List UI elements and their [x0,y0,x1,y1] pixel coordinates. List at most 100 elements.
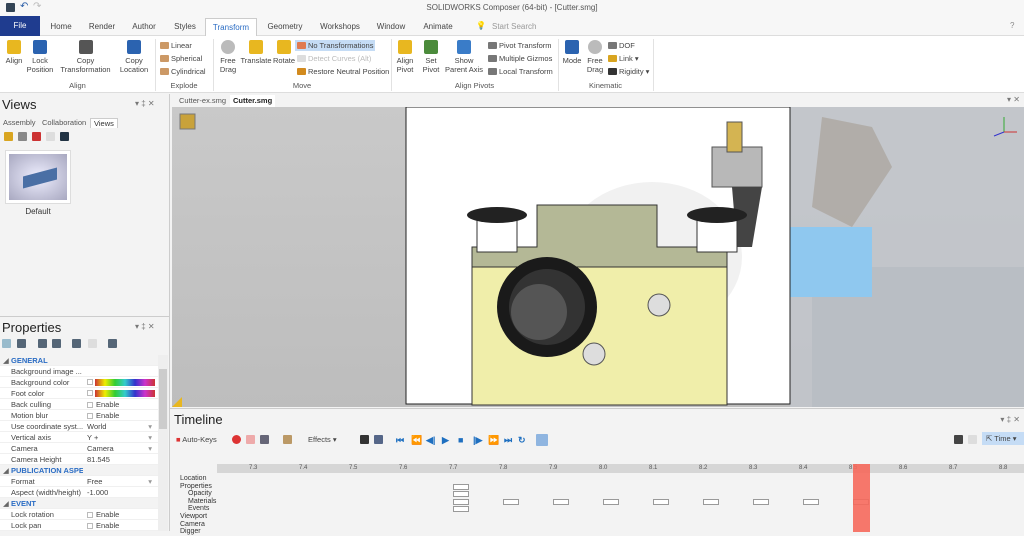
pen-icon[interactable] [88,339,97,348]
chevron-down-icon[interactable]: ▾ [148,443,152,454]
property-value[interactable]: Enable [87,399,119,410]
dof-button[interactable]: DOF [608,41,635,50]
color-swatch[interactable] [87,379,93,385]
property-value[interactable]: Enable [87,509,119,520]
property-row[interactable]: Motion blur Enable [0,410,158,421]
track-label[interactable]: Materials [188,498,216,506]
restore-neutral-position-button[interactable]: Restore Neutral Position [297,67,389,76]
copy-transformation-button[interactable]: Copy Transformation [58,40,113,74]
local-transform-button[interactable]: Local Transform [488,67,553,76]
timeline-ruler[interactable]: 7.37.47.57.67.77.87.98.08.18.28.38.48.58… [217,464,1024,473]
detect-curves-button[interactable]: Detect Curves (Alt) [297,54,371,63]
checkbox[interactable] [87,413,93,419]
loop-icon[interactable]: ↻ [518,435,526,446]
tab-home[interactable]: Home [44,18,78,36]
tab-assembly[interactable]: Assembly [3,118,36,127]
next-key-icon[interactable]: ⏩ [488,435,499,446]
marker-icon[interactable] [360,435,369,444]
keyframe[interactable] [603,498,619,505]
show-parent-axis-button[interactable]: Show Parent Axis [445,40,483,74]
property-row[interactable]: Background color [0,377,158,388]
tab-styles[interactable]: Styles [168,18,202,36]
keyframe[interactable] [703,498,719,505]
copy-location-button[interactable]: Copy Location [115,40,153,74]
collapse-icon[interactable]: ◢ [3,465,9,476]
keyframe[interactable] [753,498,769,505]
help-icon[interactable]: ? [1010,21,1014,30]
pivot-transform-button[interactable]: Pivot Transform [488,41,552,50]
property-row[interactable]: Format Free ▾ [0,476,158,487]
chevron-down-icon[interactable]: ▾ [148,476,152,487]
property-row[interactable]: Vertical axis Y + ▾ [0,432,158,443]
property-section[interactable]: ◢ GENERAL [0,355,158,366]
chevron-down-icon[interactable]: ▾ [148,421,152,432]
explode-spherical[interactable]: Spherical [160,54,202,63]
free-drag-button[interactable]: Free Drag [216,40,240,74]
tab-author[interactable]: Author [126,18,162,36]
property-value[interactable]: Free [87,476,102,487]
track-label[interactable]: Digger [180,528,201,536]
collapse-icon[interactable]: ◢ [3,498,9,509]
view-option-icon[interactable] [46,132,55,141]
checkbox[interactable] [87,512,93,518]
property-row[interactable]: Back culling Enable [0,399,158,410]
property-row[interactable]: Camera Height 81.545 [0,454,158,465]
translate-button[interactable]: Translate [240,40,272,65]
property-value[interactable]: World [87,421,106,432]
property-value[interactable]: Enable [87,520,119,531]
rotate-button[interactable]: Rotate [272,40,296,65]
color-swatch[interactable] [87,390,93,396]
lock-position-button[interactable]: Lock Position [26,40,54,74]
add-key-icon[interactable] [232,435,241,444]
sync-icon[interactable] [52,339,61,348]
view-thumbnail-default[interactable] [5,150,71,204]
tab-views[interactable]: Views [90,118,118,128]
property-row[interactable]: Aspect (width/height) -1.000 [0,487,158,498]
categorized-icon[interactable] [2,339,11,348]
create-view-icon[interactable] [4,132,13,141]
key-options-icon[interactable] [260,435,269,444]
no-transformations-button[interactable]: No Transformations [295,40,376,51]
checkbox[interactable] [87,402,93,408]
explode-linear[interactable]: Linear [160,41,192,50]
tab-animate[interactable]: Animate [418,18,458,36]
tab-window[interactable]: Window [372,18,410,36]
sort-az-icon[interactable] [17,339,26,348]
play-icon[interactable]: ▶ [442,435,449,446]
go-to-start-icon[interactable]: ⏮ [396,435,404,446]
time-mode-dropdown[interactable]: ⇱ Time ▾ [982,432,1024,445]
keyframe[interactable] [653,498,669,505]
keyframe[interactable] [453,491,469,498]
align-pivot-button[interactable]: Align Pivot [393,40,417,74]
kinematic-mode-button[interactable]: Mode [560,40,584,65]
step-back-icon[interactable]: ◀| [426,435,435,446]
align-button[interactable]: Align [2,40,26,65]
chevron-down-icon[interactable]: ▾ [148,432,152,443]
properties-key-icon[interactable] [283,435,292,444]
keyframe[interactable] [453,498,469,505]
camera-icon[interactable] [72,339,81,348]
effects-button[interactable]: Effects ▾ [308,435,337,444]
delete-view-icon[interactable] [32,132,41,141]
collapse-icon[interactable]: ◢ [3,355,9,366]
track-label[interactable]: Events [188,505,209,513]
property-row[interactable]: Background image ... [0,366,158,377]
property-row[interactable]: Foot color [0,388,158,399]
panel-controls[interactable]: ▾ ‡ ✕ [135,322,155,331]
property-row[interactable]: Lock rotation Enable [0,509,158,520]
keyframe[interactable] [803,498,819,505]
track-label[interactable]: Viewport [180,513,207,521]
property-row[interactable]: Use coordinate syst... World ▾ [0,421,158,432]
zoom-fit-icon[interactable] [954,435,963,444]
checkbox[interactable] [87,523,93,529]
timeline-view-icon[interactable] [536,434,548,446]
track-label[interactable]: Camera [180,521,205,529]
playhead[interactable] [853,464,870,532]
panel-controls[interactable]: ▾ ‡ ✕ [135,99,155,108]
property-section[interactable]: ◢ EVENT [0,498,158,509]
tab-transform[interactable]: Transform [205,18,257,36]
property-value[interactable]: 81.545 [87,454,110,465]
keyframe[interactable] [453,506,469,513]
property-scrollbar[interactable] [158,355,168,531]
tab-workshops[interactable]: Workshops [314,18,366,36]
